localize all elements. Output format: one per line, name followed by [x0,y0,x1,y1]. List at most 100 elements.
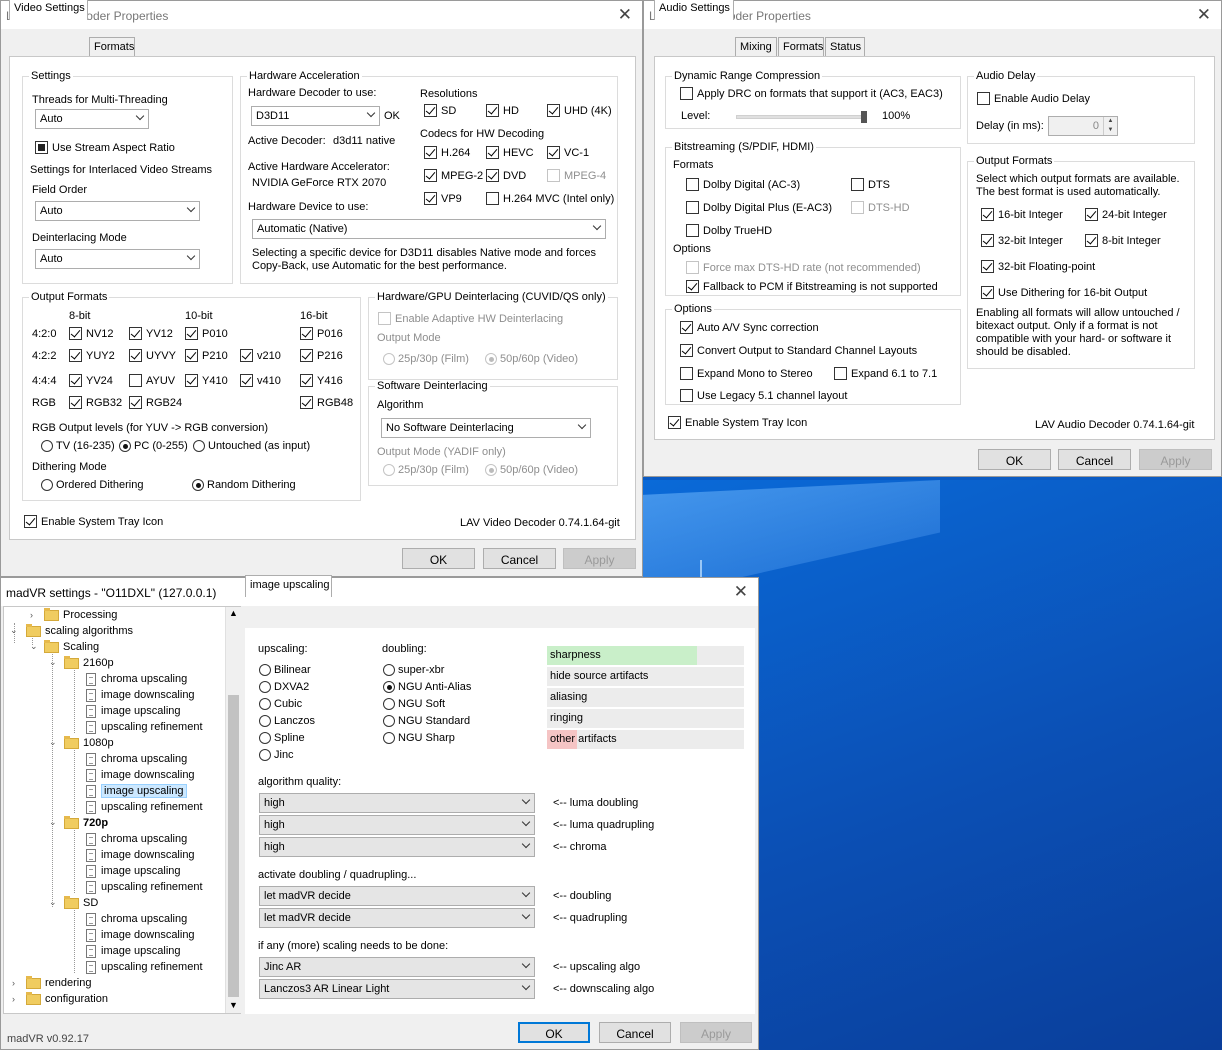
tree-item-1080p-upscaling-refinement[interactable]: upscaling refinement [86,799,203,815]
chevron-down-icon[interactable]: ⌄ [49,737,57,748]
tree-item-720p-chroma-upscaling[interactable]: chroma upscaling [86,831,187,847]
tab-audio-formats[interactable]: Formats [778,37,824,56]
codec-mpeg2-checkbox[interactable]: MPEG-2 [424,169,483,182]
chevron-down-icon[interactable]: ⌄ [30,641,38,652]
tree-item-1080p[interactable]: 1080p [64,735,114,751]
codec-dvd-checkbox[interactable]: DVD [486,169,526,182]
adaptive-hw-deint-checkbox[interactable]: Enable Adaptive HW Deinterlacing [378,312,563,325]
aspect-ratio-checkbox[interactable]: Use Stream Aspect Ratio [35,141,175,154]
fmt-y410-checkbox[interactable]: Y410 [185,374,228,387]
bs-eac3-checkbox[interactable]: Dolby Digital Plus (E-AC3) [686,201,832,214]
fmt-16bit-checkbox[interactable]: 16-bit Integer [981,208,1063,221]
fmt-24bit-checkbox[interactable]: 24-bit Integer [1085,208,1167,221]
fmt-uyvy-checkbox[interactable]: UYVY [129,349,176,362]
fmt-rgb32-checkbox[interactable]: RGB32 [69,396,122,409]
sw-video-radio[interactable]: 50p/60p (Video) [485,464,578,476]
slider-thumb[interactable] [861,111,867,123]
chroma-quality-select[interactable]: high [259,837,535,857]
random-dither-radio[interactable]: Random Dithering [192,479,296,491]
video-apply-button[interactable]: Apply [563,548,636,569]
doubling-ngu-standard-radio[interactable]: NGU Standard [383,715,470,727]
tree-item-sd-chroma-upscaling[interactable]: chroma upscaling [86,911,187,927]
fmt-v410-checkbox[interactable]: v410 [240,374,281,387]
res-hd-checkbox[interactable]: HD [486,104,519,117]
scrollbar-thumb[interactable] [228,695,239,997]
tree-item-sd-upscaling-refinement[interactable]: upscaling refinement [86,959,203,975]
fmt-ayuv-checkbox[interactable]: AYUV [129,374,175,387]
codec-h264-checkbox[interactable]: H.264 [424,146,470,159]
tree-item-sd-image-downscaling[interactable]: image downscaling [86,927,195,943]
scroll-down-icon[interactable]: ▼ [229,1000,238,1010]
doubling-superxbr-radio[interactable]: super-xbr [383,664,444,676]
res-uhd-checkbox[interactable]: UHD (4K) [547,104,612,117]
threads-select[interactable]: Auto [35,109,149,129]
tree-item-processing[interactable]: Processing [44,607,117,623]
video-tray-checkbox[interactable]: Enable System Tray Icon [24,515,163,528]
audio-ok-button[interactable]: OK [978,449,1051,470]
quadrupling-activate-select[interactable]: let madVR decide [259,908,535,928]
chevron-right-icon[interactable]: › [12,978,15,988]
tab-formats[interactable]: Formats [89,37,135,56]
fmt-float-checkbox[interactable]: 32-bit Floating-point [981,260,1095,273]
tree-item-1080p-image-upscaling[interactable]: image upscaling [86,783,187,799]
tree-item-sd-image-upscaling[interactable]: image upscaling [86,943,181,959]
close-icon[interactable]: ✕ [734,582,748,602]
hw-film-radio[interactable]: 25p/30p (Film) [383,353,469,365]
codec-mpeg4-checkbox[interactable]: MPEG-4 [547,169,606,182]
scroll-up-icon[interactable]: ▲ [229,608,238,618]
fmt-y416-checkbox[interactable]: Y416 [300,374,343,387]
tab-mixing[interactable]: Mixing [735,37,777,56]
res-sd-checkbox[interactable]: SD [424,104,456,117]
sw-film-radio[interactable]: 25p/30p (Film) [383,464,469,476]
close-icon[interactable]: ✕ [618,5,632,25]
video-ok-button[interactable]: OK [402,548,475,569]
downscaling-algo-select[interactable]: Lanczos3 AR Linear Light [259,979,535,999]
tab-audio-settings[interactable]: Audio Settings [654,0,734,20]
codec-hevc-checkbox[interactable]: HEVC [486,146,534,159]
hw-video-radio[interactable]: 50p/60p (Video) [485,353,578,365]
luma-doubling-quality-select[interactable]: high [259,793,535,813]
delay-input[interactable]: 0 ▲ ▼ [1048,116,1118,136]
chevron-down-icon[interactable]: ⌄ [10,625,18,636]
tree-item-720p-image-downscaling[interactable]: image downscaling [86,847,195,863]
madvr-apply-button[interactable]: Apply [680,1022,752,1043]
fmt-8bit-checkbox[interactable]: 8-bit Integer [1085,234,1161,247]
doubling-ngu-sharp-radio[interactable]: NGU Sharp [383,732,455,744]
close-icon[interactable]: ✕ [1197,5,1211,25]
doubling-ngu-aa-radio[interactable]: NGU Anti-Alias [383,681,471,693]
tree-item-2160p-image-upscaling[interactable]: image upscaling [86,703,181,719]
tab-status[interactable]: Status [825,37,865,56]
drc-level-slider[interactable] [736,111,867,123]
upscaling-spline-radio[interactable]: Spline [259,732,305,744]
tree-item-2160p[interactable]: 2160p [64,655,114,671]
tree-item-720p[interactable]: 720p [64,815,108,831]
enable-delay-checkbox[interactable]: Enable Audio Delay [977,92,1090,105]
tab-image-upscaling[interactable]: image upscaling [245,575,332,597]
audio-tray-checkbox[interactable]: Enable System Tray Icon [668,416,807,429]
audio-cancel-button[interactable]: Cancel [1058,449,1131,470]
madvr-cancel-button[interactable]: Cancel [599,1022,671,1043]
madvr-ok-button[interactable]: OK [518,1022,590,1043]
upscaling-algo-select[interactable]: Jinc AR [259,957,535,977]
expand-61-checkbox[interactable]: Expand 6.1 to 7.1 [834,367,937,380]
force-dts-checkbox[interactable]: Force max DTS-HD rate (not recommended) [686,261,921,274]
fmt-nv12-checkbox[interactable]: NV12 [69,327,114,340]
tree-item-2160p-image-downscaling[interactable]: image downscaling [86,687,195,703]
chevron-down-icon[interactable]: ⌄ [49,897,57,908]
tree-item-2160p-chroma-upscaling[interactable]: chroma upscaling [86,671,187,687]
codec-vp9-checkbox[interactable]: VP9 [424,192,462,205]
tree-item-720p-upscaling-refinement[interactable]: upscaling refinement [86,879,203,895]
bs-truehd-checkbox[interactable]: Dolby TrueHD [686,224,772,237]
chevron-right-icon[interactable]: › [30,610,33,620]
deint-mode-select[interactable]: Auto [35,249,200,269]
apply-drc-checkbox[interactable]: Apply DRC on formats that support it (AC… [680,87,943,100]
hw-device-select[interactable]: Automatic (Native) [252,219,606,239]
fmt-yuy2-checkbox[interactable]: YUY2 [69,349,115,362]
upscaling-dxva2-radio[interactable]: DXVA2 [259,681,309,693]
use-dither-checkbox[interactable]: Use Dithering for 16-bit Output [981,286,1147,299]
doubling-ngu-soft-radio[interactable]: NGU Soft [383,698,445,710]
bs-ac3-checkbox[interactable]: Dolby Digital (AC-3) [686,178,800,191]
sw-algorithm-select[interactable]: No Software Deinterlacing [381,418,591,438]
tree-item-1080p-image-downscaling[interactable]: image downscaling [86,767,195,783]
luma-quadrupling-quality-select[interactable]: high [259,815,535,835]
